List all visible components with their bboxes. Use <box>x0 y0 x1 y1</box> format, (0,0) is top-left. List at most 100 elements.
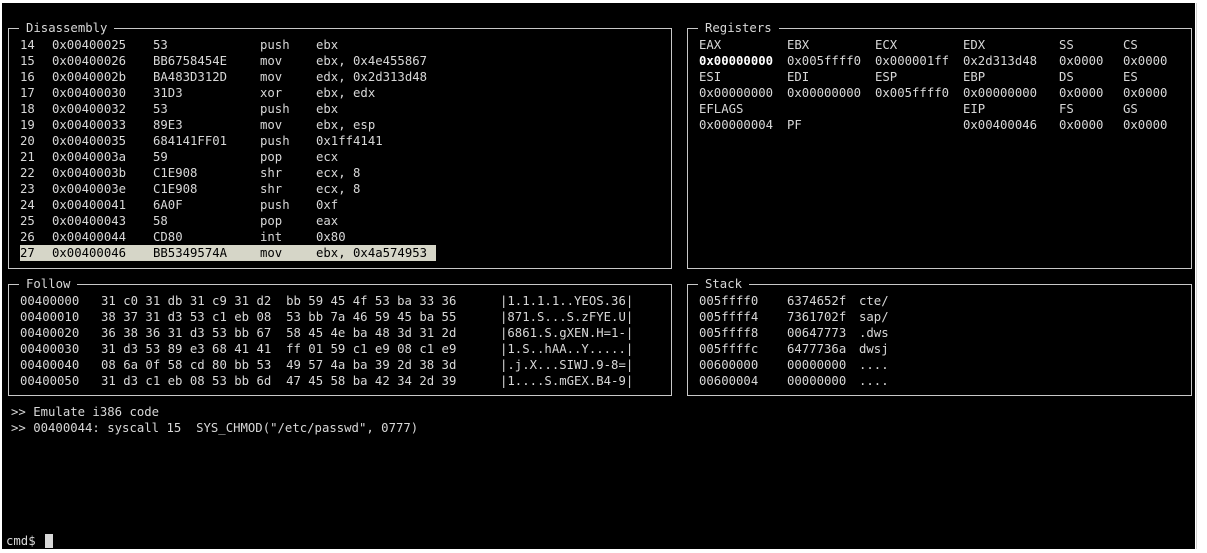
register-name: ES <box>1123 70 1138 84</box>
stack-addr: 005ffffc <box>699 342 759 356</box>
hexdump-hex: 31 c0 31 db 31 c9 31 d2 bb 59 45 4f 53 b… <box>101 294 457 308</box>
register-value: 0x0000 <box>1059 118 1104 132</box>
disasm-line[interactable]: 16 0x0040002b BA483D312D mov edx, 0x2d313d48 <box>20 69 660 85</box>
hexdump-ascii: |.j.X...SIWJ.9-8=| <box>500 358 634 372</box>
disasm-num: 15 <box>20 54 35 68</box>
vertical-scrollbar[interactable] <box>1196 3 1207 549</box>
disasm-bytes: 58 <box>153 214 168 228</box>
hexdump-ascii: |6861.S.gXEN.H=1-| <box>500 326 634 340</box>
disasm-ops: 0x1ff4141 <box>316 134 383 148</box>
disasm-mn: mov <box>260 118 283 132</box>
disasm-line[interactable]: 26 0x00400044 CD80 int 0x80 <box>20 229 660 245</box>
disasm-mn: xor <box>260 86 283 100</box>
disasm-mn: push <box>260 38 290 52</box>
disasm-addr: 0x00400033 <box>52 118 127 132</box>
register-name: GS <box>1123 102 1138 116</box>
stack-ascii: cte/ <box>859 294 889 308</box>
disasm-line[interactable]: 17 0x00400030 31D3 xor ebx, edx <box>20 85 660 101</box>
disasm-bytes: C1E908 <box>153 182 198 196</box>
disasm-mn: int <box>260 230 283 244</box>
stack-ascii: .dws <box>859 326 889 340</box>
stack-row: 005ffff8 00647773 .dws <box>699 325 1179 341</box>
hexdump-hex: 31 d3 c1 eb 08 53 bb 6d 47 45 58 ba 42 3… <box>101 374 457 388</box>
disasm-line[interactable]: 15 0x00400026 BB6758454E mov ebx, 0x4e455867 <box>20 53 660 69</box>
disasm-addr: 0x00400035 <box>52 134 127 148</box>
hexdump-hex: 08 6a 0f 58 cd 80 bb 53 49 57 4a ba 39 2… <box>101 358 457 372</box>
disasm-num: 17 <box>20 86 35 100</box>
register-value: 0x005ffff0 <box>875 86 950 100</box>
disasm-bytes: 53 <box>153 102 168 116</box>
disasm-current-line[interactable]: 27 0x00400046 BB5349574A mov ebx, 0x4a574953 <box>20 245 436 261</box>
disasm-line[interactable]: 19 0x00400033 89E3 mov ebx, esp <box>20 117 660 133</box>
disasm-ops: ecx <box>316 150 339 164</box>
register-value: 0x00000000 <box>963 86 1038 100</box>
stack-val: 00000000 <box>787 358 847 372</box>
disasm-num: 27 <box>20 246 35 260</box>
register-value: 0x0000 <box>1059 86 1104 100</box>
register-value: 0x00400046 <box>963 118 1038 132</box>
disasm-addr: 0x00400046 <box>52 246 127 260</box>
disasm-bytes: BA483D312D <box>153 70 228 84</box>
bottom-strip <box>0 549 1207 553</box>
disasm-bytes: 31D3 <box>153 86 183 100</box>
disassembly-title: Disassembly <box>19 20 115 36</box>
stack-row: 00600000 00000000.... <box>699 357 1179 373</box>
disasm-ops: 0x80 <box>316 230 346 244</box>
register-name: FS <box>1059 102 1074 116</box>
registers-title: Registers <box>698 20 779 36</box>
disasm-num: 26 <box>20 230 35 244</box>
disasm-ops: edx, 0x2d313d48 <box>316 70 428 84</box>
disasm-bytes: 684141FF01 <box>153 134 228 148</box>
register-value: 0x00000004 <box>699 118 774 132</box>
register-name: EFLAGS <box>699 102 744 116</box>
text-cursor <box>45 534 53 548</box>
register-value: 0x00000000 <box>699 86 774 100</box>
register-value: 0x0000 <box>1123 118 1168 132</box>
disasm-bytes: C1E908 <box>153 166 198 180</box>
disasm-bytes: 59 <box>153 150 168 164</box>
stack-row: 00600004 00000000.... <box>699 373 1179 389</box>
disasm-line[interactable]: 25 0x00400043 58 pop eax <box>20 213 660 229</box>
register-row: 0x00000000 0x005ffff0 0x000001ff 0x2d313d48… <box>699 53 1179 69</box>
register-name: EDX <box>963 38 986 52</box>
disasm-line[interactable]: 20 0x00400035 684141FF01 push 0x1ff4141 <box>20 133 660 149</box>
stack-val: 6477736a <box>787 342 847 356</box>
disasm-mn: mov <box>260 246 283 260</box>
command-prompt[interactable]: cmd$ <box>6 533 36 549</box>
disasm-line[interactable]: 23 0x0040003e C1E908 shr ecx, 8 <box>20 181 660 197</box>
disasm-mn: shr <box>260 182 283 196</box>
disasm-line[interactable]: 21 0x0040003a 59 pop ecx <box>20 149 660 165</box>
register-name: EAX <box>699 38 722 52</box>
stack-row: 005ffff4 7361702f sap/ <box>699 309 1179 325</box>
register-name: DS <box>1059 70 1074 84</box>
disasm-num: 24 <box>20 198 35 212</box>
disasm-line[interactable]: 18 0x00400032 53 push ebx <box>20 101 660 117</box>
disasm-line[interactable]: 24 0x00400041 6A0F push 0xf <box>20 197 660 213</box>
disasm-line[interactable]: 22 0x0040003b C1E908 shr ecx, 8 <box>20 165 660 181</box>
register-value: 0x0000 <box>1059 54 1104 68</box>
register-value: 0x000001ff <box>875 54 950 68</box>
hexdump-row: 00400020 36 38 36 31 d3 53 bb 67 58 45 4e… <box>20 325 660 341</box>
stack-val: 6374652f <box>787 294 847 308</box>
disasm-mn: push <box>260 198 290 212</box>
hexdump-ascii: |871.S...S.zFYE.U| <box>500 310 634 324</box>
stack-addr: 005ffff8 <box>699 326 759 340</box>
hexdump-addr: 00400030 <box>20 342 80 356</box>
hexdump-addr: 00400000 <box>20 294 80 308</box>
register-row: ESI EDI ESP EBP DS ES <box>699 69 1179 85</box>
register-row: 0x00000000 0x00000000 0x005ffff0 0x00000000… <box>699 85 1179 101</box>
register-value: 0x2d313d48 <box>963 54 1038 68</box>
stack-title: Stack <box>698 276 750 292</box>
disasm-ops: eax <box>316 214 339 228</box>
register-name: EIP <box>963 102 986 116</box>
register-name: EBP <box>963 70 986 84</box>
disasm-bytes: CD80 <box>153 230 183 244</box>
disasm-addr: 0x0040003a <box>52 150 127 164</box>
disasm-ops: ebx, 0x4e455867 <box>316 54 428 68</box>
disasm-addr: 0x0040002b <box>52 70 127 84</box>
disasm-line[interactable]: 14 0x00400025 53 push ebx <box>20 37 660 53</box>
stack-addr: 005ffff0 <box>699 294 759 308</box>
stack-row: 005ffffc 6477736a dwsj <box>699 341 1179 357</box>
stack-addr: 00600004 <box>699 374 759 388</box>
stack-row: 005ffff0 6374652f cte/ <box>699 293 1179 309</box>
